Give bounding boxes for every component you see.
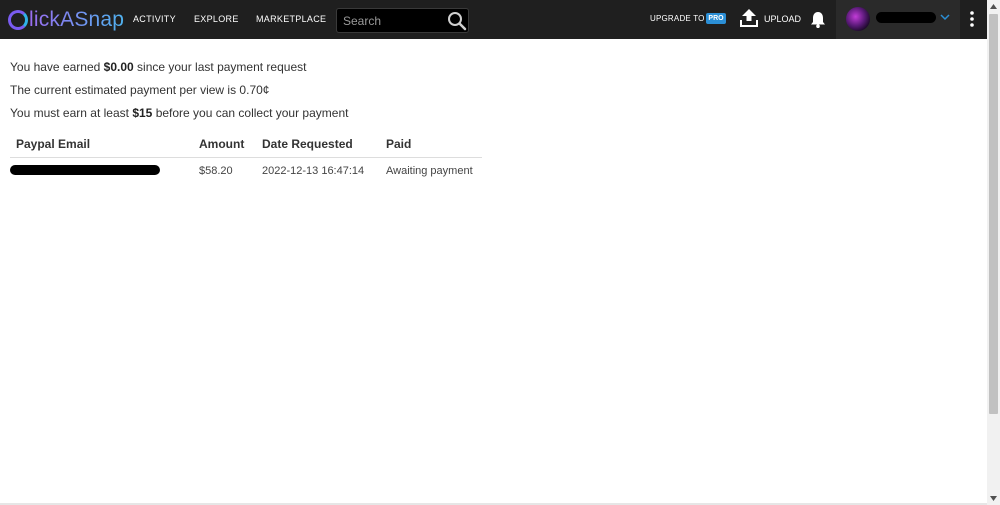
column-paid: Paid: [380, 131, 482, 158]
logo-ring-icon: [8, 10, 28, 30]
search-icon[interactable]: [447, 11, 467, 31]
earned-amount: $0.00: [103, 60, 134, 74]
nav-explore[interactable]: EXPLORE: [194, 14, 239, 24]
search-box: [336, 8, 469, 33]
top-navbar: lickASnap ACTIVITY EXPLORE MARKETPLACE U…: [0, 0, 987, 39]
search-input[interactable]: [343, 12, 443, 30]
nav-activity[interactable]: ACTIVITY: [133, 14, 176, 24]
clickasnap-logo[interactable]: lickASnap: [8, 7, 124, 33]
email-redacted: [10, 164, 160, 175]
table-row: $58.20 2022-12-13 16:47:14 Awaiting paym…: [10, 157, 482, 185]
payment-requests-table: Paypal Email Amount Date Requested Paid …: [10, 131, 482, 185]
upgrade-label[interactable]: UPGRADE TO: [650, 14, 705, 23]
paid-status-cell: Awaiting payment: [386, 165, 473, 178]
column-amount: Amount: [193, 131, 256, 158]
vertical-scrollbar[interactable]: [987, 0, 1000, 505]
paypal-email-cell: [10, 157, 193, 185]
scrollbar-thumb[interactable]: [989, 14, 998, 414]
scroll-down-arrow-icon[interactable]: [987, 493, 1000, 503]
date-requested-cell: 2022-12-13 16:47:14: [262, 165, 365, 178]
payment-per-view-line: The current estimated payment per view i…: [10, 83, 270, 97]
avatar[interactable]: [846, 7, 870, 31]
nav-marketplace[interactable]: MARKETPLACE: [256, 14, 326, 24]
minimum-payout-line: You must earn at least $15 before you ca…: [10, 106, 349, 120]
earned-since-line: You have earned $0.00 since your last pa…: [10, 60, 307, 74]
earnings-summary: You have earned $0.00 since your last pa…: [10, 60, 710, 129]
scroll-up-arrow-icon[interactable]: [987, 2, 1000, 12]
minimum-amount: $15: [132, 106, 153, 120]
upload-label[interactable]: UPLOAD: [764, 14, 801, 24]
user-menu[interactable]: [836, 0, 960, 39]
table-header-row: Paypal Email Amount Date Requested Paid: [10, 131, 482, 158]
bell-icon[interactable]: [810, 11, 826, 28]
column-date-requested: Date Requested: [256, 131, 380, 158]
logo-text: lickASnap: [29, 8, 125, 31]
upload-icon[interactable]: [740, 9, 758, 28]
chevron-down-icon[interactable]: [940, 13, 950, 21]
column-paypal-email: Paypal Email: [10, 131, 193, 158]
username-redacted: [876, 12, 936, 23]
amount-cell: $58.20: [199, 165, 233, 178]
kebab-menu-icon[interactable]: [968, 10, 976, 28]
pro-badge[interactable]: PRO: [706, 13, 726, 24]
